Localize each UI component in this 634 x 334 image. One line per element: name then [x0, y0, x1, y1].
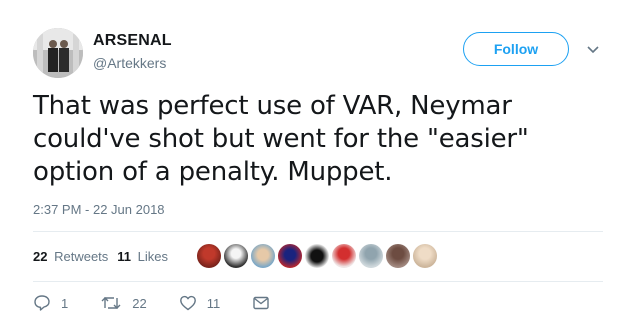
tweet-timestamp[interactable]: 2:37 PM - 22 Jun 2018 — [33, 202, 165, 217]
liker-avatar[interactable] — [223, 243, 249, 269]
reply-count: 1 — [61, 295, 69, 311]
retweets-stat[interactable]: 22 Retweets — [33, 249, 108, 264]
like-count: 11 — [206, 295, 221, 311]
liker-avatars — [196, 243, 439, 269]
retweet-button[interactable]: 22 — [100, 294, 147, 312]
follow-button-label: Follow — [493, 41, 539, 57]
likes-count: 11 — [117, 248, 132, 264]
liker-avatar[interactable] — [412, 243, 438, 269]
account-name[interactable]: ARSENAL — [93, 32, 172, 50]
avatar[interactable] — [33, 28, 83, 78]
liker-avatar[interactable] — [385, 243, 411, 269]
account-handle[interactable]: @Artekkers — [93, 55, 166, 71]
chevron-down-icon[interactable] — [586, 42, 600, 56]
liker-avatar[interactable] — [196, 243, 222, 269]
follow-button[interactable]: Follow — [463, 32, 569, 66]
reply-button[interactable]: 1 — [33, 294, 68, 312]
tweet-actions: 1 22 11 — [33, 294, 312, 312]
liker-avatar[interactable] — [358, 243, 384, 269]
engagement-stats: 22 Retweets 11 Likes — [33, 246, 177, 266]
retweet-icon — [101, 297, 121, 309]
heart-icon — [179, 295, 196, 311]
envelope-icon — [253, 296, 269, 310]
message-button[interactable] — [252, 294, 280, 312]
likes-label: Likes — [137, 248, 169, 264]
tweet-text: That was perfect use of VAR, Neymar coul… — [33, 91, 529, 187]
avatar-image — [33, 28, 83, 78]
like-button[interactable]: 11 — [179, 294, 221, 312]
reply-icon — [34, 295, 50, 311]
likes-stat[interactable]: 11 Likes — [117, 249, 168, 264]
retweet-count: 22 — [132, 295, 147, 311]
retweets-label: Retweets — [54, 248, 109, 264]
divider — [33, 281, 603, 282]
liker-avatar[interactable] — [304, 243, 330, 269]
divider — [33, 231, 603, 232]
liker-avatar[interactable] — [331, 243, 357, 269]
retweets-count: 22 — [33, 248, 48, 264]
liker-avatar[interactable] — [277, 243, 303, 269]
liker-avatar[interactable] — [250, 243, 276, 269]
